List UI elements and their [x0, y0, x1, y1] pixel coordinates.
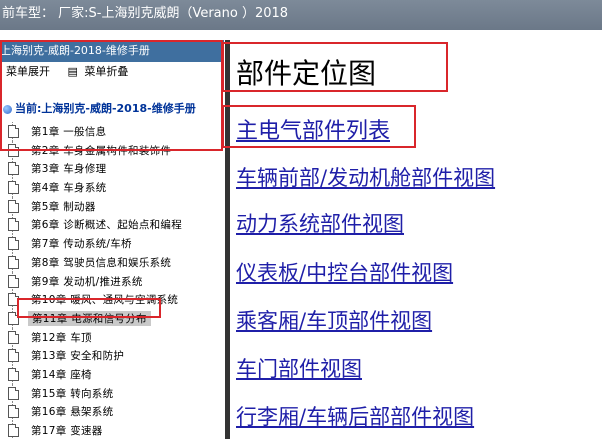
- tree-item-ch17[interactable]: 第17章 变速器: [0, 421, 224, 439]
- chapter-label: 第7章 传动系统/车桥: [31, 238, 132, 251]
- link-powertrain-view[interactable]: 动力系统部件视图: [236, 208, 404, 238]
- tree-item-ch4[interactable]: 第4章 车身系统: [0, 178, 224, 197]
- tree-item-ch5[interactable]: 第5章 制动器: [0, 196, 224, 216]
- highlight-box-chapter11: [17, 298, 161, 318]
- document-icon: [8, 330, 19, 344]
- document-icon: [8, 237, 19, 251]
- document-icon: [8, 255, 19, 269]
- chapter-label: 第8章 驾驶员信息和娱乐系统: [31, 256, 172, 269]
- tree-item-ch15[interactable]: 第15章 转向系统: [0, 383, 224, 403]
- document-icon: [8, 162, 19, 176]
- tree-item-ch12[interactable]: 第12章 车顶: [0, 327, 224, 347]
- chapter-label: 第14章 座椅: [31, 368, 92, 381]
- tree-item-ch13[interactable]: 第13章 安全和防护: [0, 346, 224, 365]
- link-door-view[interactable]: 车门部件视图: [236, 353, 362, 383]
- document-icon: [8, 274, 19, 288]
- chapter-label: 第17章 变速器: [31, 425, 103, 437]
- tree-item-ch8[interactable]: 第8章 驾驶员信息和娱乐系统: [0, 252, 224, 272]
- link-cabin-roof-view[interactable]: 乘客厢/车顶部件视图: [236, 305, 432, 335]
- document-icon: [8, 218, 19, 232]
- link-front-engine-view[interactable]: 车辆前部/发动机舱部件视图: [236, 162, 495, 192]
- tree-item-ch16[interactable]: 第16章 悬架系统: [0, 402, 224, 421]
- chapter-label: 第3章 车身修理: [31, 163, 107, 176]
- chapter-label: 第5章 制动器: [31, 200, 96, 213]
- tree-item-ch9[interactable]: 第9章 发动机/推进系统: [0, 271, 224, 291]
- link-trunk-rear-view[interactable]: 行李厢/车辆后部部件视图: [236, 401, 474, 431]
- chapter-label: 第15章 转向系统: [31, 387, 114, 400]
- tree-item-ch6[interactable]: 第6章 诊断概述、起始点和编程: [0, 215, 224, 235]
- document-icon: [8, 424, 19, 437]
- tree-item-ch7[interactable]: 第7章 传动系统/车桥: [0, 234, 224, 253]
- chapter-label: 第4章 车身系统: [31, 182, 107, 195]
- document-icon: [8, 349, 19, 363]
- highlight-box-title: [222, 42, 448, 92]
- document-icon: [8, 386, 19, 400]
- link-dashboard-console-view[interactable]: 仪表板/中控台部件视图: [236, 257, 453, 287]
- panel-divider[interactable]: [225, 40, 230, 439]
- chapter-tree: 第1章 一般信息 第2章 车身金属构件和装饰件 第3章 车身修理 第4章 车身系…: [0, 122, 224, 439]
- document-icon: [8, 199, 19, 213]
- document-icon: [8, 367, 19, 381]
- chapter-label: 第16章 悬架系统: [31, 406, 114, 419]
- chapter-label: 第9章 发动机/推进系统: [31, 275, 143, 288]
- chapter-label: 第13章 安全和防护: [31, 350, 125, 363]
- document-icon: [8, 181, 19, 195]
- tree-item-ch14[interactable]: 第14章 座椅: [0, 364, 224, 384]
- vehicle-model-label: 前车型： 厂家:S-上海别克威朗（Verano ）2018: [2, 6, 289, 21]
- document-icon: [8, 405, 19, 419]
- highlight-box-main-list: [222, 105, 416, 148]
- chapter-label: 第6章 诊断概述、起始点和编程: [31, 219, 183, 232]
- top-bar: 前车型： 厂家:S-上海别克威朗（Verano ）2018: [0, 0, 602, 30]
- tree-item-ch3[interactable]: 第3章 车身修理: [0, 159, 224, 179]
- chapter-label: 第12章 车顶: [31, 331, 92, 344]
- highlight-box-current: [0, 40, 223, 151]
